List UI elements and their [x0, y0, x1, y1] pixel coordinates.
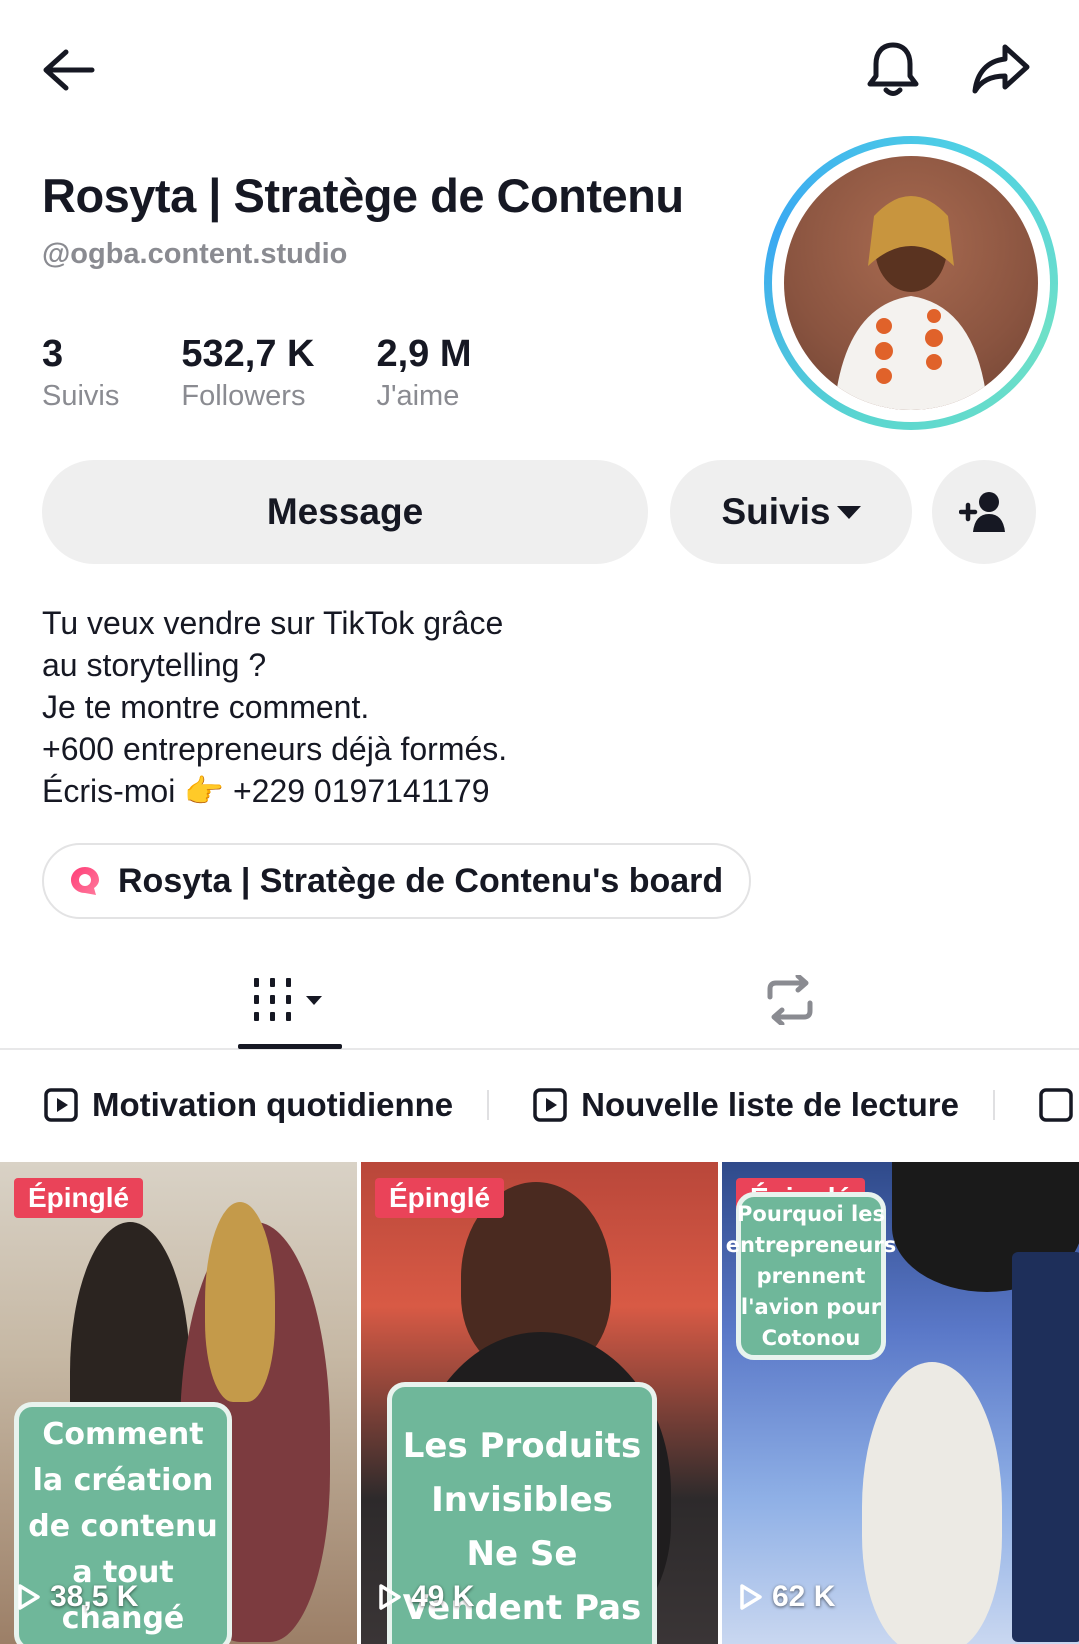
bell-icon: [867, 42, 919, 96]
top-bar: [0, 0, 1079, 140]
board-icon: [71, 867, 99, 895]
bio-line: Écris-moi 👉 +229 0197141179: [42, 773, 490, 809]
stat-value: 3: [42, 333, 64, 375]
username: @ogba.content.studio: [42, 238, 348, 270]
stat-value: 2,9 M: [376, 333, 472, 375]
active-tab-indicator: [238, 1044, 342, 1049]
video-thumbnail[interactable]: Épinglé Comment la création de contenu a…: [0, 1162, 357, 1644]
playlist-item[interactable]: Motivation quotidienne: [0, 1086, 487, 1124]
message-button[interactable]: Message: [42, 460, 648, 564]
profile-bio: Tu veux vendre sur TikTok grâce au story…: [42, 602, 507, 812]
following-button-label: Suivis: [721, 491, 831, 532]
pinned-badge: Épinglé: [375, 1178, 505, 1218]
share-button[interactable]: [968, 36, 1034, 102]
video-scene-shape: [1012, 1252, 1079, 1642]
stat-likes[interactable]: 2,9 M J'aime: [376, 332, 471, 416]
play-icon: [740, 1584, 762, 1610]
add-friend-button[interactable]: [932, 460, 1036, 564]
board-label: Rosyta | Stratège de Contenu's board: [118, 861, 724, 900]
play-icon: [379, 1584, 401, 1610]
following-dropdown-button[interactable]: Suivis: [670, 460, 912, 564]
playlist-icon: [44, 1088, 78, 1122]
arrow-left-icon: [43, 49, 95, 91]
bio-line: +600 entrepreneurs déjà formés.: [42, 731, 508, 767]
stat-label: Followers: [181, 380, 306, 412]
stat-following[interactable]: 3 Suivis: [42, 332, 119, 416]
video-caption-overlay: Pourquoi les entrepreneurs prennent l'av…: [726, 1192, 896, 1360]
share-arrow-icon: [972, 44, 1030, 94]
video-thumbnail[interactable]: Épinglé Les Produits Invisibles Ne Se Ve…: [361, 1162, 718, 1644]
tab-reposts[interactable]: [740, 950, 840, 1050]
playlist-item-partial[interactable]: [995, 1088, 1079, 1122]
pinned-badge: Épinglé: [14, 1178, 144, 1218]
notification-bell-button[interactable]: [860, 36, 926, 102]
video-scene-shape: [862, 1362, 1002, 1644]
view-count: 49 K: [377, 1580, 474, 1614]
playlist-item[interactable]: Nouvelle liste de lecture: [489, 1086, 993, 1124]
content-tabs: [0, 950, 1079, 1050]
stat-value: 532,7 K: [181, 333, 315, 375]
video-thumbnail[interactable]: Épinglé Pourquoi les entrepreneurs prenn…: [722, 1162, 1079, 1644]
stat-label: J'aime: [376, 380, 460, 412]
playlist-icon: [1039, 1088, 1073, 1122]
stat-followers[interactable]: 532,7 K Followers: [181, 332, 314, 416]
profile-stats: 3 Suivis 532,7 K Followers 2,9 M J'aime: [42, 332, 534, 416]
playlist-bar: Motivation quotidienne Nouvelle liste de…: [0, 1070, 1079, 1140]
repost-icon: [767, 975, 813, 1025]
bio-line: au storytelling ?: [42, 647, 267, 683]
bio-line: Tu veux vendre sur TikTok grâce: [42, 605, 504, 641]
tab-videos[interactable]: [232, 950, 346, 1050]
stat-label: Suivis: [42, 380, 120, 412]
playlist-label: Nouvelle liste de lecture: [581, 1086, 959, 1123]
view-count-label: 38,5 K: [50, 1580, 139, 1613]
caret-down-icon: [836, 505, 861, 519]
view-count: 38,5 K: [16, 1580, 138, 1614]
play-icon: [18, 1584, 40, 1610]
avatar[interactable]: [764, 136, 1058, 430]
avatar-photo: [784, 156, 1038, 410]
back-button[interactable]: [38, 40, 98, 100]
bio-line: Je te montre comment.: [42, 689, 370, 725]
board-link[interactable]: Rosyta | Stratège de Contenu's board: [42, 843, 752, 919]
avatar-person-illustration: [834, 196, 988, 410]
view-count-label: 49 K: [411, 1580, 475, 1613]
view-count-label: 62 K: [772, 1580, 836, 1613]
view-count: 62 K: [738, 1580, 835, 1614]
grid-icon: [254, 978, 322, 1021]
playlist-icon: [533, 1088, 567, 1122]
video-grid: Épinglé Comment la création de contenu a…: [0, 1162, 1079, 1644]
display-name: Rosyta | Stratège de Contenu: [42, 169, 684, 222]
message-button-label: Message: [266, 491, 424, 532]
video-scene-shape: [205, 1202, 275, 1402]
add-user-icon: [959, 492, 1005, 532]
playlist-label: Motivation quotidienne: [92, 1086, 454, 1123]
